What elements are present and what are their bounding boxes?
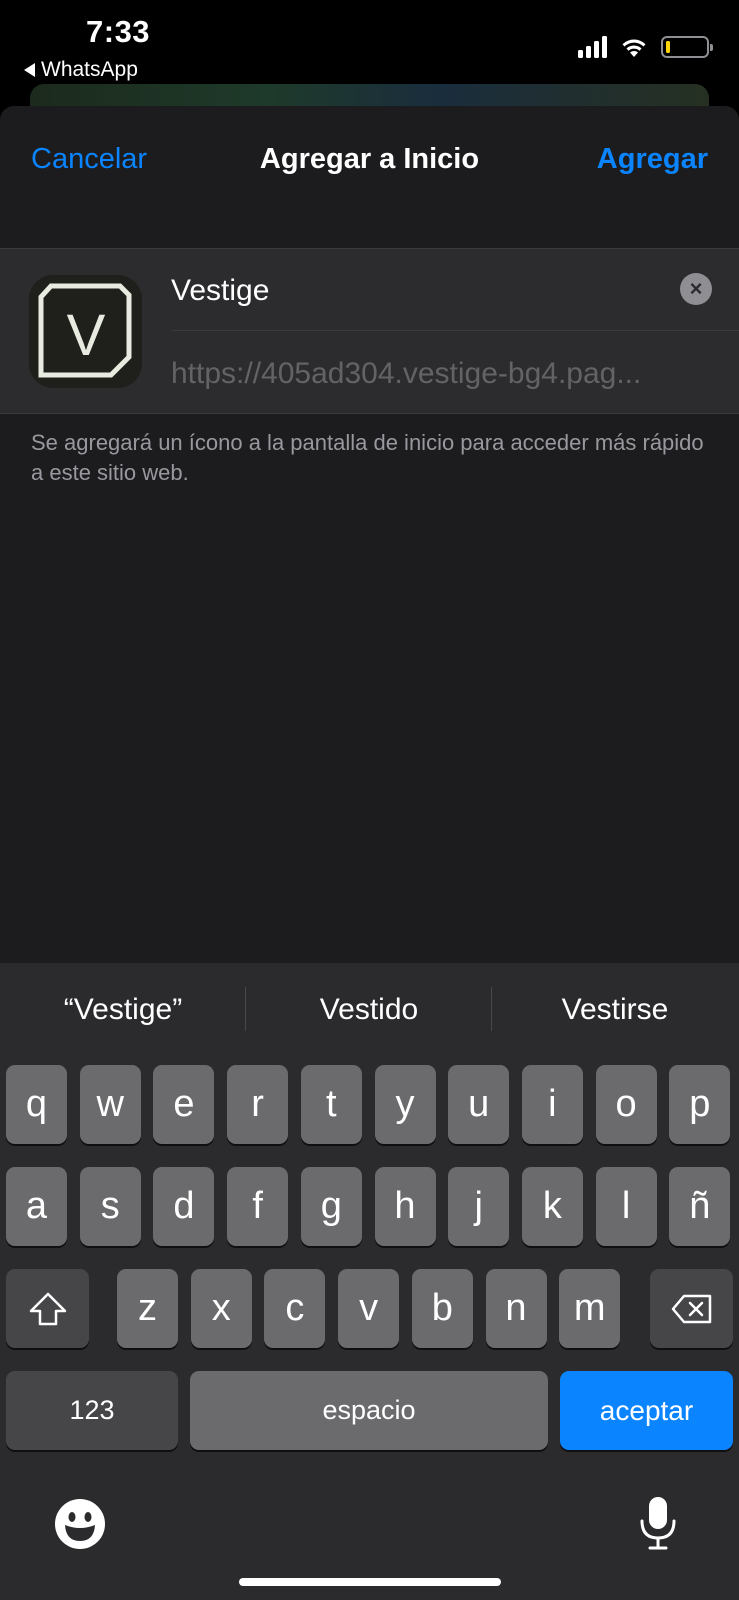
key-ñ[interactable]: ñ bbox=[669, 1167, 731, 1246]
url-label: https://405ad304.vestige-bg4.pag... bbox=[171, 357, 642, 390]
emoji-icon bbox=[55, 1499, 105, 1549]
app-icon: V bbox=[29, 275, 142, 388]
key-g[interactable]: g bbox=[300, 1167, 362, 1246]
key-t[interactable]: t bbox=[300, 1065, 362, 1144]
key-e[interactable]: e bbox=[153, 1065, 215, 1144]
key-c[interactable]: c bbox=[264, 1269, 326, 1348]
numbers-key[interactable]: 123 bbox=[6, 1371, 178, 1450]
shortcut-name-input[interactable] bbox=[171, 269, 651, 313]
microphone-icon bbox=[640, 1497, 676, 1550]
suggestion-bar: “Vestige” Vestido Vestirse bbox=[0, 963, 739, 1063]
app-icon-letter: V bbox=[67, 303, 106, 368]
key-d[interactable]: d bbox=[153, 1167, 215, 1246]
key-r[interactable]: r bbox=[227, 1065, 289, 1144]
back-arrow-icon bbox=[24, 63, 35, 77]
key-v[interactable]: v bbox=[338, 1269, 400, 1348]
key-l[interactable]: l bbox=[595, 1167, 657, 1246]
navigation-bar: Cancelar Agregar a Inicio Agregar bbox=[0, 106, 739, 216]
back-to-app-link[interactable]: WhatsApp bbox=[24, 58, 138, 82]
key-s[interactable]: s bbox=[79, 1167, 141, 1246]
key-n[interactable]: n bbox=[485, 1269, 547, 1348]
keyboard: “Vestige” Vestido Vestirse qwertyuiop asd… bbox=[0, 963, 739, 1600]
suggestion-item[interactable]: Vestido bbox=[246, 993, 492, 1027]
delete-key[interactable] bbox=[650, 1269, 733, 1348]
status-time: 7:33 bbox=[86, 14, 151, 49]
key-h[interactable]: h bbox=[374, 1167, 436, 1246]
key-u[interactable]: u bbox=[448, 1065, 510, 1144]
wifi-icon bbox=[622, 39, 646, 57]
dictation-button[interactable] bbox=[638, 1495, 678, 1556]
suggestion-item[interactable]: Vestirse bbox=[492, 993, 738, 1027]
key-f[interactable]: f bbox=[227, 1167, 289, 1246]
key-o[interactable]: o bbox=[595, 1065, 657, 1144]
status-icons bbox=[578, 36, 713, 58]
key-w[interactable]: w bbox=[79, 1065, 141, 1144]
key-q[interactable]: q bbox=[6, 1065, 67, 1144]
key-y[interactable]: y bbox=[374, 1065, 436, 1144]
key-z[interactable]: z bbox=[117, 1269, 178, 1348]
key-j[interactable]: j bbox=[448, 1167, 510, 1246]
cellular-signal-icon bbox=[578, 36, 607, 58]
battery-level bbox=[666, 41, 670, 53]
shift-icon bbox=[29, 1292, 66, 1325]
footnote-text: Se agregará un ícono a la pantalla de in… bbox=[31, 430, 704, 485]
add-button[interactable]: Agregar bbox=[597, 143, 708, 176]
key-k[interactable]: k bbox=[521, 1167, 583, 1246]
vestige-logo-icon: V bbox=[38, 283, 132, 378]
accept-key[interactable]: aceptar bbox=[560, 1371, 733, 1450]
battery-icon bbox=[661, 36, 713, 58]
key-p[interactable]: p bbox=[669, 1065, 731, 1144]
back-app-label: WhatsApp bbox=[41, 58, 138, 81]
suggestion-item[interactable]: “Vestige” bbox=[0, 993, 246, 1027]
key-a[interactable]: a bbox=[6, 1167, 67, 1246]
space-key[interactable]: espacio bbox=[190, 1371, 548, 1450]
key-i[interactable]: i bbox=[521, 1065, 583, 1144]
key-x[interactable]: x bbox=[190, 1269, 252, 1348]
emoji-button[interactable] bbox=[54, 1498, 106, 1555]
delete-icon bbox=[671, 1294, 711, 1323]
shift-key[interactable] bbox=[6, 1269, 89, 1348]
clear-text-button[interactable]: × bbox=[680, 273, 712, 305]
name-row: × bbox=[171, 249, 739, 331]
shortcut-form: V × https://405ad304.vestige-bg4.pag... bbox=[0, 248, 739, 414]
home-indicator[interactable] bbox=[239, 1578, 501, 1586]
close-icon: × bbox=[689, 276, 703, 301]
key-b[interactable]: b bbox=[411, 1269, 473, 1348]
key-m[interactable]: m bbox=[559, 1269, 621, 1348]
